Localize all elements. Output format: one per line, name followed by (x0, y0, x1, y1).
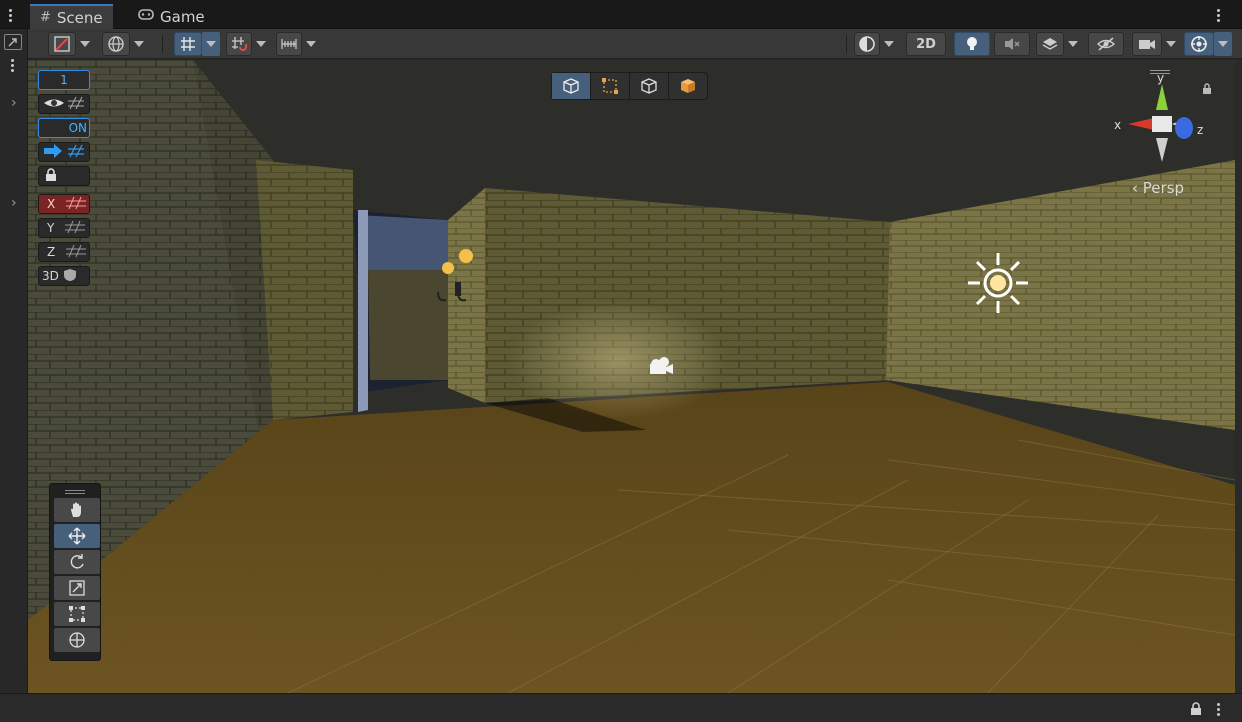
projection-label: Persp (1142, 179, 1185, 197)
solid-cube-icon[interactable] (669, 73, 707, 99)
chevron-left-icon: ‹ (1132, 179, 1138, 197)
rect-icon[interactable] (591, 73, 630, 99)
snap-toggle[interactable]: ON (38, 118, 90, 138)
effects-icon[interactable] (1036, 32, 1064, 56)
shading-mode-icon[interactable] (854, 32, 880, 56)
lock-icon (45, 167, 57, 185)
z-axis-label: Z (47, 245, 56, 259)
effects-dropdown-icon[interactable] (1064, 32, 1082, 56)
overlay-menu-icon[interactable] (6, 57, 18, 73)
z-axis-grid-toggle[interactable]: Z (38, 242, 90, 262)
status-bar (0, 693, 1242, 722)
chevron-right-icon[interactable]: › (11, 195, 17, 211)
arrow-right-icon (42, 143, 86, 162)
chevron-right-icon[interactable]: › (11, 95, 17, 111)
gizmo-drag-handle[interactable] (1150, 70, 1170, 74)
3d-label: 3D (42, 269, 59, 283)
scene-view-window: # Scene Game › › 2D 1 ON X Y Z 3D y x z … (0, 0, 1242, 722)
grid-visibility-toggle[interactable] (38, 94, 90, 114)
tab-options-icon[interactable] (1212, 7, 1224, 23)
3d-grid-toggle[interactable]: 3D (38, 266, 90, 286)
visibility-icon[interactable] (1088, 32, 1124, 56)
overlay-toggle-strip: › › (0, 29, 28, 693)
projection-toggle[interactable]: ‹ Persp (1132, 179, 1184, 197)
wire-cube-icon[interactable] (630, 73, 669, 99)
increment-snap-dropdown-icon[interactable] (252, 32, 270, 56)
x-axis-label: X (47, 197, 56, 211)
tab-game-label: Game (160, 7, 205, 26)
drag-handle[interactable] (54, 488, 96, 496)
rect-tool-icon[interactable] (54, 602, 100, 626)
global-dropdown-icon[interactable] (130, 32, 148, 56)
status-menu-icon[interactable] (1212, 701, 1224, 717)
global-icon[interactable] (102, 32, 130, 56)
ruler-dropdown-icon[interactable] (302, 32, 320, 56)
tab-scene-label: Scene (56, 8, 103, 27)
grid-hatch-icon (65, 196, 87, 213)
grid-icon: # (40, 10, 51, 25)
scene-toolbar: 2D (28, 29, 1242, 59)
tools-palette (49, 483, 101, 661)
gizmo-x-label: x (1114, 118, 1121, 132)
grid-hatch-icon (64, 220, 86, 237)
view-mode-bar (551, 72, 708, 100)
grid-hatch-icon (65, 244, 87, 261)
scene-viewport[interactable]: 1 ON X Y Z 3D y x z ‹ Persp (28, 60, 1235, 693)
grid-snap-dropdown-icon[interactable] (202, 32, 220, 56)
increment-snap-icon[interactable] (226, 32, 252, 56)
y-axis-label: Y (47, 221, 55, 235)
tab-game[interactable]: Game (128, 4, 215, 29)
transform-icon[interactable] (54, 628, 100, 652)
tab-bar: # Scene Game (0, 0, 1242, 29)
scene-render (28, 60, 1235, 693)
y-axis-grid-toggle[interactable]: Y (38, 218, 90, 238)
tab-scene[interactable]: # Scene (30, 4, 113, 29)
move-icon[interactable] (54, 524, 100, 548)
orientation-gizmo[interactable]: y x z (1110, 70, 1220, 182)
shading-dropdown-icon[interactable] (880, 32, 898, 56)
hand-icon[interactable] (54, 498, 100, 522)
gizmos-icon[interactable] (1184, 32, 1214, 56)
right-edge (1235, 60, 1242, 693)
tool-handle-icon[interactable] (48, 32, 76, 56)
align-grid-toggle[interactable] (38, 142, 90, 162)
cube-icon[interactable] (552, 73, 591, 99)
lock-toggle[interactable] (38, 166, 90, 186)
maximize-icon[interactable] (4, 34, 22, 50)
rotate-icon[interactable] (54, 550, 100, 574)
lock-icon[interactable] (1190, 701, 1202, 720)
window-menu-icon[interactable] (4, 7, 16, 23)
lock-icon[interactable] (1202, 80, 1212, 99)
grid-snap-icon[interactable] (174, 32, 202, 56)
gizmos-dropdown-icon[interactable] (1214, 32, 1232, 56)
grid-size-field[interactable]: 1 (38, 70, 90, 90)
mode-2d-button[interactable]: 2D (906, 32, 946, 56)
gamepad-icon (138, 9, 154, 24)
x-axis-grid-toggle[interactable]: X (38, 194, 90, 214)
shield-icon (63, 268, 77, 285)
light-bulb-icon[interactable] (954, 32, 990, 56)
camera-dropdown-icon[interactable] (1162, 32, 1180, 56)
camera-icon[interactable] (1132, 32, 1162, 56)
snap-on-label: ON (68, 121, 87, 135)
gizmo-z-label: z (1197, 123, 1203, 137)
eye-icon (42, 95, 86, 114)
ruler-icon[interactable] (276, 32, 302, 56)
audio-mute-icon[interactable] (994, 32, 1030, 56)
scale-icon[interactable] (54, 576, 100, 600)
tool-handle-dropdown-icon[interactable] (76, 32, 94, 56)
